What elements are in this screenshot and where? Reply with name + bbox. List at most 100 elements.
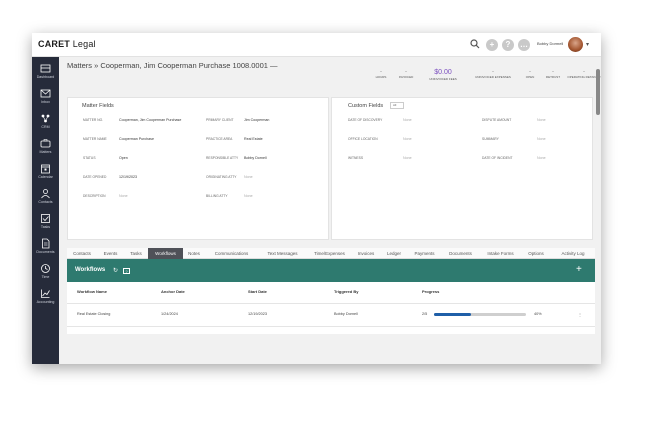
column-header[interactable]: Anchor Date	[161, 289, 185, 294]
field-value[interactable]: Open	[119, 156, 128, 160]
matter-stats: - HOURS - INVOICED $0.00 UNINVOICED FEES -U…	[371, 69, 601, 93]
chat-icon[interactable]: …	[518, 39, 530, 51]
field-label: STATUS	[83, 156, 96, 160]
tab-time-expenses[interactable]: Time/Expenses	[307, 248, 352, 259]
calendar-icon	[41, 164, 50, 174]
add-workflow-button[interactable]: +	[576, 264, 582, 275]
anchor-date: 1/24/2024	[161, 312, 178, 316]
divider	[67, 303, 595, 304]
workflows-panel: Workflows ↻ ? + Workflow Name Anchor Dat…	[67, 259, 595, 334]
sidebar-item-time[interactable]: Time	[32, 260, 59, 286]
tab-workflows[interactable]: Workflows	[148, 248, 183, 259]
sidebar-item-label: Documents	[36, 250, 55, 254]
field-label: ORIGINATING ATTY	[206, 175, 237, 179]
sidebar-item-label: Time	[41, 275, 50, 279]
stat-invoiced: - INVOICED	[398, 69, 414, 79]
field-value[interactable]: Cooperman Purchase	[119, 137, 154, 141]
tab-options[interactable]: Options	[521, 248, 551, 259]
field-value[interactable]: None	[537, 118, 546, 122]
refresh-icon[interactable]: ↻	[113, 267, 118, 274]
contacts-icon	[41, 189, 50, 199]
sidebar-item-contacts[interactable]: Contacts	[32, 185, 59, 211]
workflow-name[interactable]: Real Estate Closing	[77, 312, 110, 316]
field-value[interactable]: None	[244, 194, 253, 198]
column-header[interactable]: Workflow Name	[77, 289, 107, 294]
field-label: OFFICE LOCATION	[348, 137, 378, 141]
app-logo[interactable]: CARET Legal	[38, 39, 96, 49]
avatar[interactable]	[568, 37, 583, 52]
tab-tasks[interactable]: Tasks	[124, 248, 148, 259]
tab-documents[interactable]: Documents	[441, 248, 480, 259]
stat-retrust: - RETRUST	[545, 69, 561, 79]
panel-title: Matter Fields	[82, 103, 114, 109]
tab-communications[interactable]: Communications	[205, 248, 258, 259]
main-content: Matters » Cooperman, Jim Cooperman Purch…	[59, 57, 601, 364]
field-label: SUMMARY	[482, 137, 499, 141]
field-value[interactable]: Real Estate	[244, 137, 263, 141]
field-label: RESPONSIBLE ATTY	[206, 156, 239, 160]
expand-icon[interactable]: ?	[123, 268, 130, 274]
field-value[interactable]: None	[403, 156, 412, 160]
stat-uninvoiced-expenses: - UNINVOICED EXPENSES	[475, 69, 511, 79]
tab-contacts[interactable]: Contacts	[67, 248, 97, 259]
add-icon[interactable]: +	[486, 39, 498, 51]
inbox-icon	[40, 89, 51, 98]
field-value[interactable]: None	[537, 156, 546, 160]
scrollbar[interactable]	[596, 69, 600, 115]
column-header[interactable]: Start Date	[248, 289, 267, 294]
sidebar-item-tasks[interactable]: Tasks	[32, 210, 59, 236]
top-bar: CARET Legal + ? … Bobby Dormell ▾	[32, 33, 601, 57]
document-icon	[42, 238, 50, 249]
sidebar-item-label: Calendar	[38, 175, 53, 179]
progress-count: 2/5	[422, 312, 428, 316]
progress-bar	[434, 313, 526, 316]
field-label: MATTER NAME	[83, 137, 107, 141]
sidebar-item-crm[interactable]: CRM	[32, 110, 59, 136]
field-value[interactable]: Bobby Dornell	[244, 156, 267, 160]
row-menu-icon[interactable]: ⋮	[578, 312, 582, 317]
user-name[interactable]: Bobby Dormell	[537, 41, 563, 46]
workflows-header: Workflows ↻ ? +	[67, 259, 595, 282]
sidebar-item-calendar[interactable]: Calendar	[32, 160, 59, 186]
field-value[interactable]: None	[403, 118, 412, 122]
field-value[interactable]: 12/19/2023	[119, 175, 137, 179]
field-value[interactable]: None	[403, 137, 412, 141]
clock-icon	[41, 264, 50, 273]
field-value[interactable]: None	[244, 175, 253, 179]
tab-ledger[interactable]: Ledger	[380, 248, 408, 259]
sidebar-item-label: Dashboard	[36, 75, 55, 79]
search-icon[interactable]	[470, 39, 480, 49]
sidebar-item-dashboard[interactable]: Dashboard	[32, 60, 59, 86]
tab-activity-log[interactable]: Activity Log	[551, 248, 595, 259]
tab-text-messages[interactable]: Text Messages	[258, 248, 307, 259]
tab-invoices[interactable]: Invoices	[352, 248, 380, 259]
column-header[interactable]: Progress	[422, 289, 439, 294]
breadcrumb[interactable]: Matters » Cooperman, Jim Cooperman Purch…	[67, 61, 278, 70]
progress-bar-fill	[434, 313, 471, 316]
sidebar-item-inbox[interactable]: Inbox	[32, 85, 59, 111]
tasks-icon	[41, 214, 50, 223]
chevron-down-icon[interactable]: ▾	[586, 41, 589, 48]
matter-tabs: Contacts Events Tasks Workflows Notes Co…	[67, 248, 595, 259]
matter-fields-panel: Matter Fields MATTER NO. Cooperman, Jim …	[67, 97, 329, 240]
custom-fields-filter-select[interactable]: All	[390, 102, 404, 109]
tab-notes[interactable]: Notes	[183, 248, 205, 259]
tab-events[interactable]: Events	[97, 248, 124, 259]
panel-title: Custom Fields	[348, 103, 384, 109]
field-value[interactable]: None	[119, 194, 128, 198]
field-value[interactable]: Cooperman, Jim Cooperman Purchase	[119, 118, 181, 122]
help-icon[interactable]: ?	[502, 39, 514, 51]
stat-uninvoiced-fees: $0.00 UNINVOICED FEES	[429, 69, 457, 81]
field-label: DISPUTE AMOUNT	[482, 118, 512, 122]
field-value[interactable]: Jim Cooperman	[244, 118, 269, 122]
field-label: PRACTICE AREA	[206, 137, 233, 141]
sidebar-item-label: Matters	[39, 150, 52, 154]
sidebar: Dashboard Inbox CRM Matters Calendar Con…	[32, 57, 59, 364]
column-header[interactable]: Triggered By	[334, 289, 358, 294]
sidebar-item-matters[interactable]: Matters	[32, 135, 59, 161]
field-value[interactable]: None	[537, 137, 546, 141]
tab-intake-forms[interactable]: Intake Forms	[480, 248, 521, 259]
tab-payments[interactable]: Payments	[408, 248, 441, 259]
sidebar-item-documents[interactable]: Documents	[32, 235, 59, 261]
sidebar-item-accounting[interactable]: Accounting	[32, 285, 59, 311]
